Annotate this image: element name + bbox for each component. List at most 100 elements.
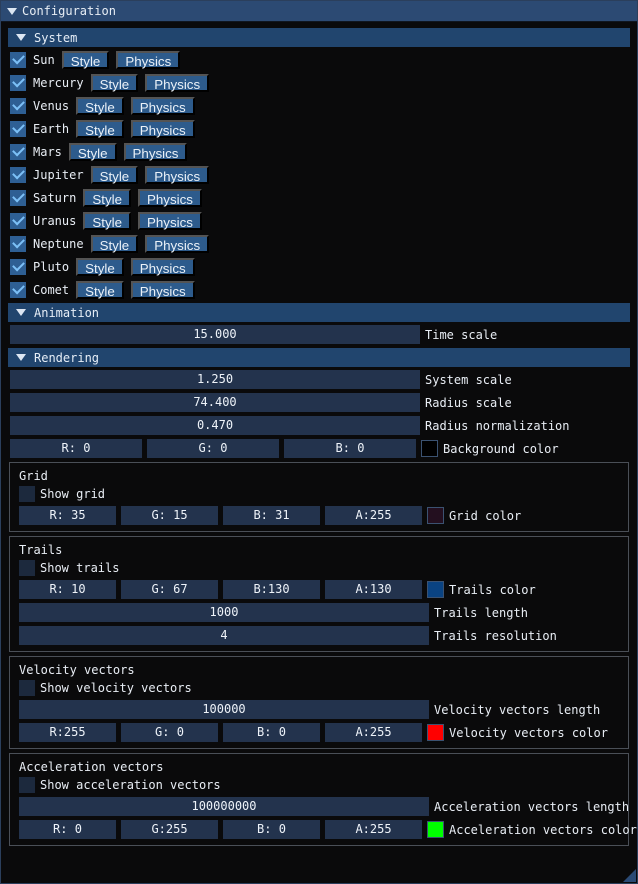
body-physics-button[interactable]: Physics — [124, 143, 188, 161]
body-row: MercuryStylePhysics — [1, 71, 637, 94]
resize-grip-icon[interactable] — [623, 869, 636, 882]
body-style-button[interactable]: Style — [76, 97, 124, 115]
show-trails-row: Show trails — [10, 560, 628, 576]
show-acceleration-vectors-checkbox[interactable] — [19, 777, 35, 793]
trails-color-b[interactable]: B:130 — [223, 580, 320, 599]
acceleration-color-swatch[interactable] — [427, 821, 444, 838]
body-style-button[interactable]: Style — [76, 120, 124, 138]
grid-color-r[interactable]: R: 35 — [19, 506, 116, 525]
body-style-button[interactable]: Style — [76, 258, 124, 276]
body-style-button[interactable]: Style — [76, 281, 124, 299]
velocity-color-g[interactable]: G: 0 — [121, 723, 218, 742]
show-trails-checkbox[interactable] — [19, 560, 35, 576]
trails-color-swatch[interactable] — [427, 581, 444, 598]
grid-color-b[interactable]: B: 31 — [223, 506, 320, 525]
triangle-down-icon[interactable] — [16, 34, 26, 41]
velocity-color-swatch[interactable] — [427, 724, 444, 741]
section-header-system[interactable]: System — [8, 28, 630, 47]
system-scale-drag[interactable]: 1.250 — [10, 370, 420, 389]
acceleration-color-a[interactable]: A:255 — [325, 820, 422, 839]
triangle-down-icon[interactable] — [16, 354, 26, 361]
section-header-rendering[interactable]: Rendering — [8, 348, 630, 367]
body-style-button[interactable]: Style — [83, 212, 131, 230]
acceleration-color-row: R: 0 G:255 B: 0 A:255 Acceleration vecto… — [10, 816, 628, 839]
grid-color-swatch[interactable] — [427, 507, 444, 524]
grid-color-row: R: 35 G: 15 B: 31 A:255 Grid color — [10, 502, 628, 525]
body-physics-button[interactable]: Physics — [145, 235, 209, 253]
body-enable-checkbox[interactable] — [10, 190, 26, 206]
body-row: Mars Style Physics — [1, 140, 637, 163]
background-color-r[interactable]: R: 0 — [10, 439, 142, 458]
grid-color-a[interactable]: A:255 — [325, 506, 422, 525]
body-style-button[interactable]: Style — [91, 166, 139, 184]
body-enable-checkbox[interactable] — [10, 98, 26, 114]
body-style-button[interactable]: Style — [62, 51, 110, 69]
body-style-button[interactable]: Style — [69, 143, 117, 161]
body-list: SunStylePhysicsMercuryStylePhysicsVenusS… — [1, 48, 637, 301]
body-style-button[interactable]: Style — [91, 74, 139, 92]
velocity-color-b[interactable]: B: 0 — [223, 723, 320, 742]
show-trails-label: Show trails — [40, 561, 119, 575]
triangle-down-icon[interactable] — [7, 8, 17, 15]
acceleration-color-g[interactable]: G:255 — [121, 820, 218, 839]
show-grid-row: Show grid — [10, 486, 628, 502]
acceleration-length-row: 100000000 Acceleration vectors length — [10, 793, 628, 816]
body-physics-button[interactable]: Physics — [138, 212, 202, 230]
grid-color-g[interactable]: G: 15 — [121, 506, 218, 525]
background-color-row: R: 0 G: 0 B: 0 Background color — [1, 435, 637, 458]
trails-length-row: 1000 Trails length — [10, 599, 628, 622]
trails-group-title: Trails — [10, 541, 628, 560]
body-enable-checkbox[interactable] — [10, 121, 26, 137]
body-row: JupiterStylePhysics — [1, 163, 637, 186]
background-color-b[interactable]: B: 0 — [284, 439, 416, 458]
acceleration-color-b[interactable]: B: 0 — [223, 820, 320, 839]
body-enable-checkbox[interactable] — [10, 213, 26, 229]
acceleration-length-drag[interactable]: 100000000 — [19, 797, 429, 816]
body-physics-button[interactable]: Physics — [131, 281, 195, 299]
body-style-button[interactable]: Style — [91, 235, 139, 253]
radius-scale-drag[interactable]: 74.400 — [10, 393, 420, 412]
body-physics-button[interactable]: Physics — [138, 189, 202, 207]
body-name-label: Pluto — [33, 260, 69, 274]
background-color-swatch[interactable] — [421, 440, 438, 457]
trails-color-r[interactable]: R: 10 — [19, 580, 116, 599]
body-enable-checkbox[interactable] — [10, 52, 26, 68]
body-physics-button[interactable]: Physics — [131, 120, 195, 138]
body-enable-checkbox[interactable] — [10, 167, 26, 183]
velocity-length-drag[interactable]: 100000 — [19, 700, 429, 719]
radius-normalization-drag[interactable]: 0.470 — [10, 416, 420, 435]
body-physics-button[interactable]: Physics — [131, 97, 195, 115]
body-enable-checkbox[interactable] — [10, 282, 26, 298]
window-titlebar[interactable]: Configuration — [1, 1, 637, 22]
trails-color-a[interactable]: A:130 — [325, 580, 422, 599]
section-header-animation[interactable]: Animation — [8, 303, 630, 322]
body-enable-checkbox[interactable] — [10, 75, 26, 91]
system-scale-label: System scale — [425, 373, 512, 387]
body-physics-button[interactable]: Physics — [116, 51, 180, 69]
grid-color-label: Grid color — [449, 509, 521, 523]
trails-color-g[interactable]: G: 67 — [121, 580, 218, 599]
trails-length-label: Trails length — [434, 606, 528, 620]
show-grid-checkbox[interactable] — [19, 486, 35, 502]
body-physics-button[interactable]: Physics — [131, 258, 195, 276]
body-enable-checkbox[interactable] — [10, 259, 26, 275]
background-color-g[interactable]: G: 0 — [147, 439, 279, 458]
body-physics-button[interactable]: Physics — [145, 74, 209, 92]
body-row: SaturnStylePhysics — [1, 186, 637, 209]
window-title: Configuration — [22, 4, 116, 18]
body-enable-checkbox[interactable] — [10, 236, 26, 252]
body-enable-checkbox[interactable] — [10, 144, 26, 160]
body-name-label: Mars — [33, 145, 62, 159]
trails-resolution-drag[interactable]: 4 — [19, 626, 429, 645]
time-scale-drag[interactable]: 15.000 — [10, 325, 420, 344]
body-style-button[interactable]: Style — [83, 189, 131, 207]
body-physics-button[interactable]: Physics — [145, 166, 209, 184]
acceleration-color-r[interactable]: R: 0 — [19, 820, 116, 839]
show-acceleration-vectors-label: Show acceleration vectors — [40, 778, 221, 792]
trails-group: Trails Show trails R: 10 G: 67 B:130 A:1… — [9, 536, 629, 652]
show-velocity-vectors-checkbox[interactable] — [19, 680, 35, 696]
triangle-down-icon[interactable] — [16, 309, 26, 316]
trails-length-drag[interactable]: 1000 — [19, 603, 429, 622]
velocity-color-a[interactable]: A:255 — [325, 723, 422, 742]
velocity-color-r[interactable]: R:255 — [19, 723, 116, 742]
